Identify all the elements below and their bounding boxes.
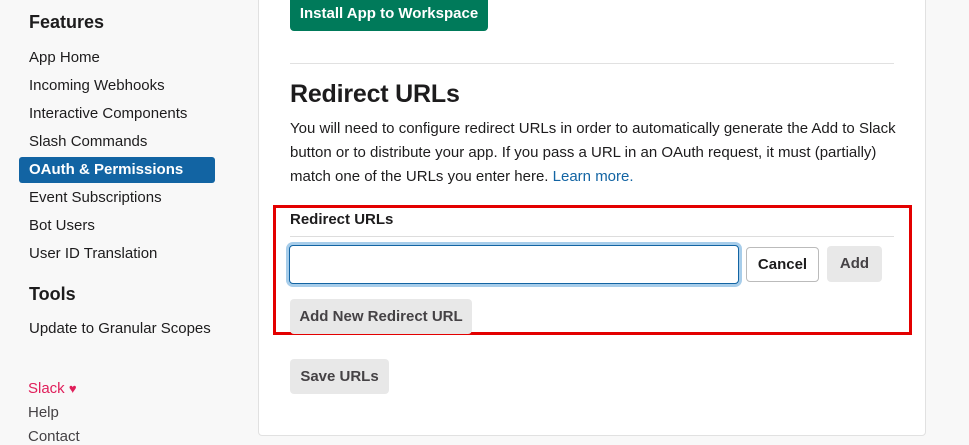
learn-more-link[interactable]: Learn more. bbox=[553, 168, 634, 185]
features-heading: Features bbox=[29, 12, 105, 32]
sidebar-item-event-subscriptions[interactable]: Event Subscriptions bbox=[19, 185, 215, 211]
slack-link-label: Slack bbox=[28, 380, 65, 397]
section-description: You will need to configure redirect URLs… bbox=[290, 117, 900, 189]
heart-icon: ♥ bbox=[68, 381, 77, 396]
help-link[interactable]: Help bbox=[28, 404, 59, 421]
section-divider bbox=[290, 63, 894, 64]
sidebar-item-oauth-permissions[interactable]: OAuth & Permissions bbox=[19, 157, 215, 183]
contact-link[interactable]: Contact bbox=[28, 428, 80, 445]
sidebar-item-interactive-components[interactable]: Interactive Components bbox=[19, 101, 215, 127]
sidebar-item-update-granular-scopes[interactable]: Update to Granular Scopes bbox=[19, 316, 215, 342]
sidebar: Features App Home Incoming Webhooks Inte… bbox=[0, 0, 240, 445]
add-new-redirect-url-button[interactable]: Add New Redirect URL bbox=[290, 299, 472, 334]
section-title: Redirect URLs bbox=[290, 80, 460, 108]
redirect-url-input[interactable] bbox=[289, 245, 739, 284]
slack-link[interactable]: Slack ♥ bbox=[28, 380, 77, 397]
field-underline bbox=[290, 236, 894, 237]
save-urls-button[interactable]: Save URLs bbox=[290, 359, 389, 394]
sidebar-item-slash-commands[interactable]: Slash Commands bbox=[19, 129, 215, 155]
sidebar-item-bot-users[interactable]: Bot Users bbox=[19, 213, 215, 239]
sidebar-item-app-home[interactable]: App Home bbox=[19, 45, 215, 71]
add-button[interactable]: Add bbox=[827, 246, 882, 282]
redirect-urls-label: Redirect URLs bbox=[290, 211, 394, 228]
sidebar-item-incoming-webhooks[interactable]: Incoming Webhooks bbox=[19, 73, 215, 99]
install-app-button[interactable]: Install App to Workspace bbox=[290, 0, 488, 31]
tools-heading: Tools bbox=[29, 284, 76, 304]
cancel-button[interactable]: Cancel bbox=[746, 247, 819, 282]
sidebar-item-user-id-translation[interactable]: User ID Translation bbox=[19, 241, 215, 267]
